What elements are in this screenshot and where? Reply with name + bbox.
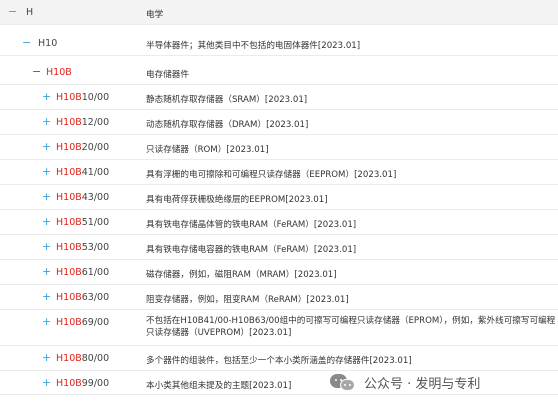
tree-row-section: − H 电学 xyxy=(0,0,558,25)
group-description: 只读存储器（ROM）[2023.01] xyxy=(146,145,269,155)
tree-row-group: + H10B51/00 具有铁电存储晶体管的铁电RAM（FeRAM）[2023.… xyxy=(0,210,558,235)
group-code[interactable]: H10B20/00 xyxy=(56,142,109,153)
collapse-toggle[interactable]: − xyxy=(32,66,41,77)
group-description: 具有铁电存储晶体管的铁电RAM（FeRAM）[2023.01] xyxy=(146,220,357,230)
group-code[interactable]: H10B41/00 xyxy=(56,167,109,178)
tree-row-group: + H10B61/00 磁存储器，例如，磁阻RAM（MRAM）[2023.01] xyxy=(0,260,558,285)
tree-row-group: + H10B41/00 具有浮栅的电可擦除和可编程只读存储器（EEPROM）[2… xyxy=(0,160,558,185)
expand-toggle[interactable]: + xyxy=(42,291,51,302)
expand-toggle[interactable]: + xyxy=(42,377,51,388)
subclass-code[interactable]: H10B xyxy=(46,67,72,78)
tree-row-group: + H10B10/00 静态随机存取存储器（SRAM）[2023.01] xyxy=(0,85,558,110)
tree-row-class: − H10 半导体器件；其他类目中不包括的电固体器件[2023.01] xyxy=(0,31,558,56)
expand-toggle[interactable]: + xyxy=(42,166,51,177)
expand-toggle[interactable]: + xyxy=(42,241,51,252)
group-description: 具有铁电存储电容器的铁电RAM（FeRAM）[2023.01] xyxy=(146,245,357,255)
tree-row-group: + H10B43/00 具有电荷俘获栅极绝缘层的EEPROM[2023.01] xyxy=(0,185,558,210)
group-code[interactable]: H10B61/00 xyxy=(56,267,109,278)
subclass-description: 电存储器件 xyxy=(146,70,189,80)
collapse-toggle[interactable]: − xyxy=(22,37,31,48)
expand-toggle[interactable]: + xyxy=(42,191,51,202)
expand-toggle[interactable]: + xyxy=(42,116,51,127)
group-description: 多个器件的组装件，包括至少一个本小类所涵盖的存储器件[2023.01] xyxy=(146,356,412,366)
group-description: 磁存储器，例如，磁阻RAM（MRAM）[2023.01] xyxy=(146,270,337,280)
tree-row-group: + H10B63/00 阻变存储器，例如，阻变RAM（ReRAM）[2023.0… xyxy=(0,285,558,310)
group-code[interactable]: H10B10/00 xyxy=(56,92,109,103)
group-code[interactable]: H10B69/00 xyxy=(56,317,109,328)
tree-row-subclass: − H10B 电存储器件 xyxy=(0,60,558,85)
collapse-toggle[interactable]: − xyxy=(8,6,17,17)
expand-toggle[interactable]: + xyxy=(42,141,51,152)
group-description: 具有电荷俘获栅极绝缘层的EEPROM[2023.01] xyxy=(146,195,328,205)
class-description: 半导体器件；其他类目中不包括的电固体器件[2023.01] xyxy=(146,41,361,51)
expand-toggle[interactable]: + xyxy=(42,352,51,363)
group-description: 具有浮栅的电可擦除和可编程只读存储器（EEPROM）[2023.01] xyxy=(146,170,397,180)
expand-toggle[interactable]: + xyxy=(42,91,51,102)
tree-row-group: + H10B80/00 多个器件的组装件，包括至少一个本小类所涵盖的存储器件[2… xyxy=(0,346,558,371)
group-description: 不包括在H10B41/00-H10B63/00组中的可擦写可编程只读存储器（EP… xyxy=(146,316,556,338)
group-code[interactable]: H10B63/00 xyxy=(56,292,109,303)
class-code[interactable]: H10 xyxy=(38,38,57,49)
group-description: 静态随机存取存储器（SRAM）[2023.01] xyxy=(146,95,308,105)
tree-row-group: + H10B69/00 不包括在H10B41/00-H10B63/00组中的可擦… xyxy=(0,310,558,346)
group-code[interactable]: H10B51/00 xyxy=(56,217,109,228)
expand-toggle[interactable]: + xyxy=(42,266,51,277)
expand-toggle[interactable]: + xyxy=(42,216,51,227)
group-code[interactable]: H10B80/00 xyxy=(56,353,109,364)
watermark-text: 公众号 · 发明与专利 xyxy=(364,376,481,392)
watermark: 公众号 · 发明与专利 xyxy=(328,371,480,393)
tree-row-group: + H10B20/00 只读存储器（ROM）[2023.01] xyxy=(0,135,558,160)
group-code[interactable]: H10B53/00 xyxy=(56,242,109,253)
section-description: 电学 xyxy=(146,10,164,20)
expand-toggle[interactable]: + xyxy=(42,316,51,327)
group-code[interactable]: H10B12/00 xyxy=(56,117,109,128)
group-code[interactable]: H10B99/00 xyxy=(56,378,109,389)
wechat-icon xyxy=(328,371,358,393)
tree-row-group: + H10B53/00 具有铁电存储电容器的铁电RAM（FeRAM）[2023.… xyxy=(0,235,558,260)
group-code[interactable]: H10B43/00 xyxy=(56,192,109,203)
section-code[interactable]: H xyxy=(26,7,33,18)
group-description: 动态随机存取存储器（DRAM）[2023.01] xyxy=(146,120,309,130)
classification-tree: − H 电学 − H10 半导体器件；其他类目中不包括的电固体器件[2023.0… xyxy=(0,0,558,395)
group-description: 阻变存储器，例如，阻变RAM（ReRAM）[2023.01] xyxy=(146,295,349,305)
tree-row-group: + H10B12/00 动态随机存取存储器（DRAM）[2023.01] xyxy=(0,110,558,135)
